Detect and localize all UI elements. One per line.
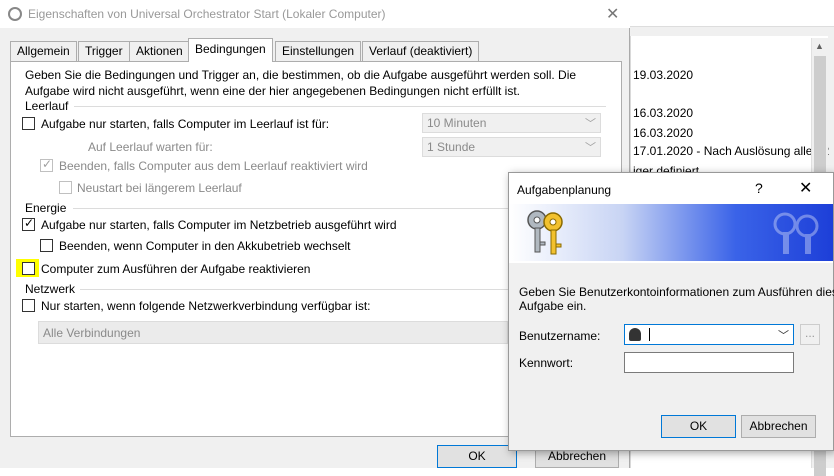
tab-bedingungen[interactable]: Bedingungen (188, 38, 273, 62)
idle-start-label: Aufgabe nur starten, falls Computer im L… (41, 117, 330, 131)
text-cursor (649, 328, 650, 341)
wake-label: Computer zum Ausführen der Aufgabe reakt… (41, 262, 311, 276)
chevron-down-icon[interactable]: ﹀ (778, 327, 789, 343)
dialog-title-bar: Aufgabenplanung ? ✕ (509, 173, 833, 204)
window-title: Eigenschaften von Universal Orchestrator… (28, 7, 386, 21)
history-line: 16.03.2020 (633, 126, 694, 140)
group-divider (80, 289, 508, 290)
username-combobox[interactable]: ﹀ (624, 324, 794, 345)
dialog-prompt: Geben Sie Benutzerkontoinformationen zum… (519, 285, 834, 299)
dialog-banner (509, 204, 833, 261)
group-label-power: Energie (25, 201, 67, 215)
history-line: 19.03.2020 (633, 68, 694, 82)
username-label: Benutzername: (519, 329, 601, 343)
tab-trigger[interactable]: Trigger (78, 41, 130, 61)
network-label: Nur starten, wenn folgende Netzwerkverbi… (41, 299, 371, 313)
idle-duration-value: 10 Minuten (427, 116, 487, 130)
tab-verlauf[interactable]: Verlauf (deaktiviert) (362, 41, 480, 61)
close-button[interactable]: ✕ (799, 178, 812, 198)
help-button[interactable]: ? (755, 180, 763, 196)
idle-restart-checkbox[interactable] (59, 181, 72, 194)
group-label-network: Netzwerk (25, 282, 76, 296)
network-connection-value: Alle Verbindungen (43, 326, 141, 340)
credentials-dialog: Aufgabenplanung ? ✕ Geben Sie Benutzerko… (508, 172, 834, 451)
password-field[interactable] (624, 352, 794, 373)
wake-checkbox[interactable] (22, 262, 35, 275)
tab-aktionen[interactable]: Aktionen (129, 41, 190, 61)
network-checkbox[interactable] (22, 299, 35, 312)
ok-button[interactable]: OK (437, 445, 517, 468)
user-icon (629, 328, 641, 341)
idle-wait-select[interactable]: 1 Stunde ﹀ (422, 137, 601, 157)
password-label: Kennwort: (519, 356, 574, 370)
description-text: Geben Sie die Bedingungen und Trigger an… (25, 68, 577, 82)
stop-on-battery-label: Beenden, wenn Computer in den Akkubetrie… (59, 239, 351, 253)
banner-divider (509, 261, 833, 263)
idle-wait-label: Auf Leerlauf warten für: (88, 140, 213, 154)
idle-stop-checkbox[interactable] (40, 157, 53, 172)
network-connection-select[interactable]: Alle Verbindungen (38, 321, 508, 344)
dialog-prompt: Aufgabe ein. (519, 299, 587, 313)
scroll-up-icon[interactable]: ▲ (815, 41, 824, 51)
tab-allgemein[interactable]: Allgemein (10, 41, 77, 61)
group-label-idle: Leerlauf (25, 99, 69, 113)
history-line: 17.01.2020 - Nach Auslösung alle 22 (633, 144, 830, 158)
dialog-title: Aufgabenplanung (517, 183, 612, 197)
title-bar: Eigenschaften von Universal Orchestrator… (0, 0, 630, 28)
close-icon[interactable]: ✕ (606, 4, 619, 24)
group-divider (74, 106, 606, 107)
idle-wait-value: 1 Stunde (427, 140, 476, 154)
dialog-cancel-button[interactable]: Abbrechen (741, 415, 816, 438)
idle-start-checkbox[interactable] (22, 117, 35, 130)
chevron-down-icon: ﹀ (585, 118, 596, 130)
stop-on-battery-checkbox[interactable] (40, 239, 53, 252)
history-line: 16.03.2020 (633, 106, 694, 120)
ac-only-label: Aufgabe nur starten, falls Computer im N… (41, 218, 397, 232)
idle-restart-label: Neustart bei längerem Leerlauf (77, 181, 242, 195)
idle-stop-label: Beenden, falls Computer aus dem Leerlauf… (59, 159, 368, 173)
clock-icon (8, 7, 22, 21)
background-window-header (630, 0, 834, 27)
browse-button[interactable]: ... (800, 324, 820, 345)
tab-einstellungen[interactable]: Einstellungen (275, 41, 362, 61)
dialog-ok-button[interactable]: OK (661, 415, 736, 438)
chevron-down-icon: ﹀ (585, 142, 596, 154)
idle-duration-select[interactable]: 10 Minuten ﹀ (422, 113, 601, 133)
ac-only-checkbox[interactable] (22, 216, 35, 231)
keys-icon (527, 210, 563, 255)
group-divider (73, 208, 508, 209)
description-text: Aufgabe wird nicht ausgeführt, wenn eine… (25, 84, 521, 98)
decorative-keys-icon (773, 212, 819, 254)
